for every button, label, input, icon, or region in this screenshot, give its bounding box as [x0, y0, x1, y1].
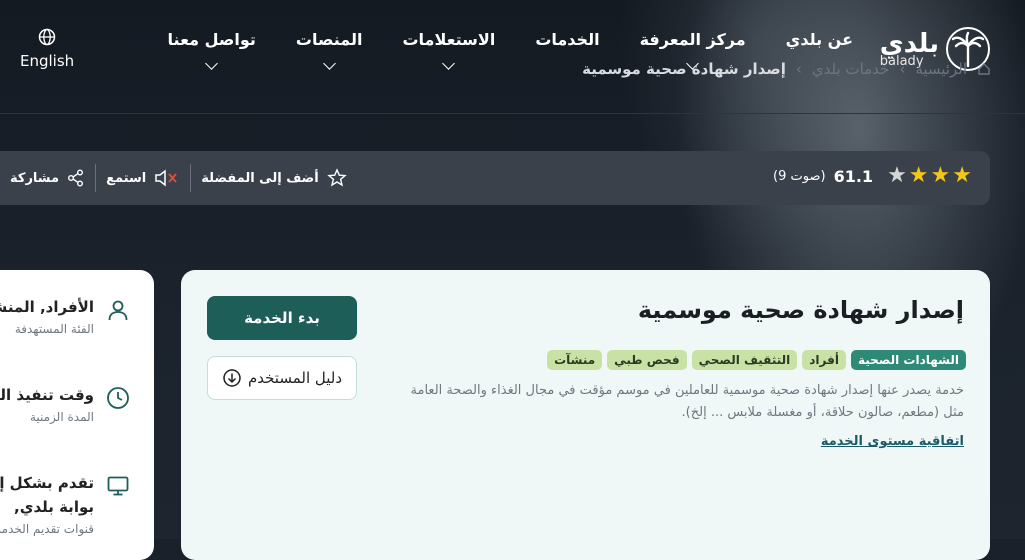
service-description: خدمة يصدر عنها إصدار شهادة صحية موسمية ل…: [410, 383, 964, 420]
menu-item-label: الاستعلامات: [402, 30, 496, 49]
monitor-icon: [107, 476, 129, 496]
start-service-button[interactable]: بدء الخدمة: [207, 296, 357, 340]
header-divider: [0, 113, 1025, 114]
home-icon[interactable]: [977, 62, 991, 76]
breadcrumb-separator-icon: ‹: [899, 60, 906, 78]
tag-establishments[interactable]: منشآت: [547, 350, 603, 370]
globe-icon: [38, 28, 56, 46]
menu-item-contact[interactable]: تواصل معنا: [167, 30, 256, 70]
duration-title: وقت تنفيذ الخدمة: [0, 386, 94, 404]
menu-item-label: مركز المعرفة: [639, 30, 746, 49]
breadcrumb-current: إصدار شهادة صحية موسمية: [582, 60, 786, 78]
clock-icon: [107, 387, 129, 409]
beneficiaries-sub: الفئة المستهدفة: [14, 322, 94, 336]
tag-individuals[interactable]: أفراد: [802, 350, 846, 370]
breadcrumb: الرئيسية ‹ خدمات بلدي ‹ إصدار شهادة صحية…: [582, 60, 991, 78]
info-text: الأفراد, المنشآت الفئة المستهدفة: [0, 298, 94, 336]
star-outline-icon: [326, 168, 347, 187]
user-guide-label: دليل المستخدم: [247, 369, 343, 387]
info-text: تقدم بشكل إلكتروني بوابة بلدي, قنوات تقد…: [0, 474, 94, 536]
user-guide-button[interactable]: دليل المستخدم: [207, 356, 357, 400]
chevron-down-icon: [322, 57, 336, 70]
download-icon: [223, 369, 241, 387]
user-icon: [108, 300, 128, 321]
tag-health-certificates[interactable]: الشهادات الصحية: [850, 350, 966, 370]
rating-votes: (9 صوت): [773, 168, 826, 184]
favorite-button[interactable]: أضف إلى المفضلة: [191, 168, 356, 188]
star-empty-icon[interactable]: ★: [887, 165, 907, 187]
channel-title: تقدم بشكل إلكتروني: [0, 474, 94, 492]
rating-stars[interactable]: ★ ★ ★ ★: [887, 165, 972, 187]
listen-button[interactable]: استمع: [96, 168, 190, 188]
logo-arabic-text: بلدي: [879, 28, 939, 59]
info-channels: تقدم بشكل إلكتروني بوابة بلدي, قنوات تقد…: [0, 474, 130, 536]
menu-item-label: الخدمات: [535, 30, 600, 49]
breadcrumb-services[interactable]: خدمات بلدي: [812, 60, 889, 78]
listen-label: استمع: [106, 170, 147, 186]
breadcrumb-separator-icon: ‹: [795, 60, 802, 78]
info-beneficiaries: الأفراد, المنشآت الفئة المستهدفة: [0, 298, 130, 336]
tag-health-education[interactable]: التثقيف الصحي: [691, 350, 798, 370]
service-toolbar: ★ ★ ★ ★ 61.1 (9 صوت) أضف إلى المفضلة است…: [0, 151, 990, 205]
sla-link[interactable]: اتفاقية مستوى الخدمة: [821, 434, 964, 449]
star-filled-icon[interactable]: ★: [931, 165, 951, 187]
service-title: إصدار شهادة صحية موسمية: [637, 296, 964, 324]
menu-item-label: المنصات: [295, 30, 363, 49]
share-label: مشاركة: [10, 170, 60, 186]
language-label: English: [20, 52, 75, 70]
menu-item-inquiries[interactable]: الاستعلامات: [402, 30, 496, 70]
favorite-label: أضف إلى المفضلة: [201, 170, 319, 186]
speaker-muted-icon: [155, 169, 177, 187]
menu-item-label: عن بلدي: [785, 30, 853, 49]
chevron-down-icon: [442, 57, 456, 70]
menu-item-label: تواصل معنا: [167, 30, 256, 49]
service-card: إصدار شهادة صحية موسمية الشهادات الصحية …: [181, 270, 990, 560]
info-duration: وقت تنفيذ الخدمة المدة الزمنية: [0, 386, 130, 424]
service-tags: الشهادات الصحية أفراد التثقيف الصحي فحص …: [547, 350, 966, 370]
channel-sub-label: قنوات تقديم الخدمة: [0, 522, 94, 536]
share-button[interactable]: مشاركة: [0, 169, 95, 187]
star-filled-icon[interactable]: ★: [909, 165, 929, 187]
share-icon: [68, 169, 84, 187]
beneficiaries-title: الأفراد, المنشآت: [0, 298, 94, 316]
service-info-card: الأفراد, المنشآت الفئة المستهدفة وقت تنف…: [0, 270, 154, 560]
toolbar-actions: أضف إلى المفضلة استمع مشاركة: [0, 151, 357, 205]
chevron-down-icon: [205, 57, 219, 70]
info-text: وقت تنفيذ الخدمة المدة الزمنية: [0, 386, 94, 424]
language-switcher[interactable]: English: [20, 28, 74, 70]
star-filled-icon[interactable]: ★: [952, 165, 972, 187]
duration-sub: المدة الزمنية: [29, 410, 94, 424]
tag-medical-exam[interactable]: فحص طبي: [607, 350, 687, 370]
breadcrumb-home[interactable]: الرئيسية: [915, 60, 967, 78]
menu-item-platforms[interactable]: المنصات: [295, 30, 363, 70]
channel-sub: بوابة بلدي,: [14, 498, 94, 516]
rating-value: 61.1: [833, 166, 874, 186]
rating[interactable]: ★ ★ ★ ★ 61.1 (9 صوت): [773, 165, 972, 187]
